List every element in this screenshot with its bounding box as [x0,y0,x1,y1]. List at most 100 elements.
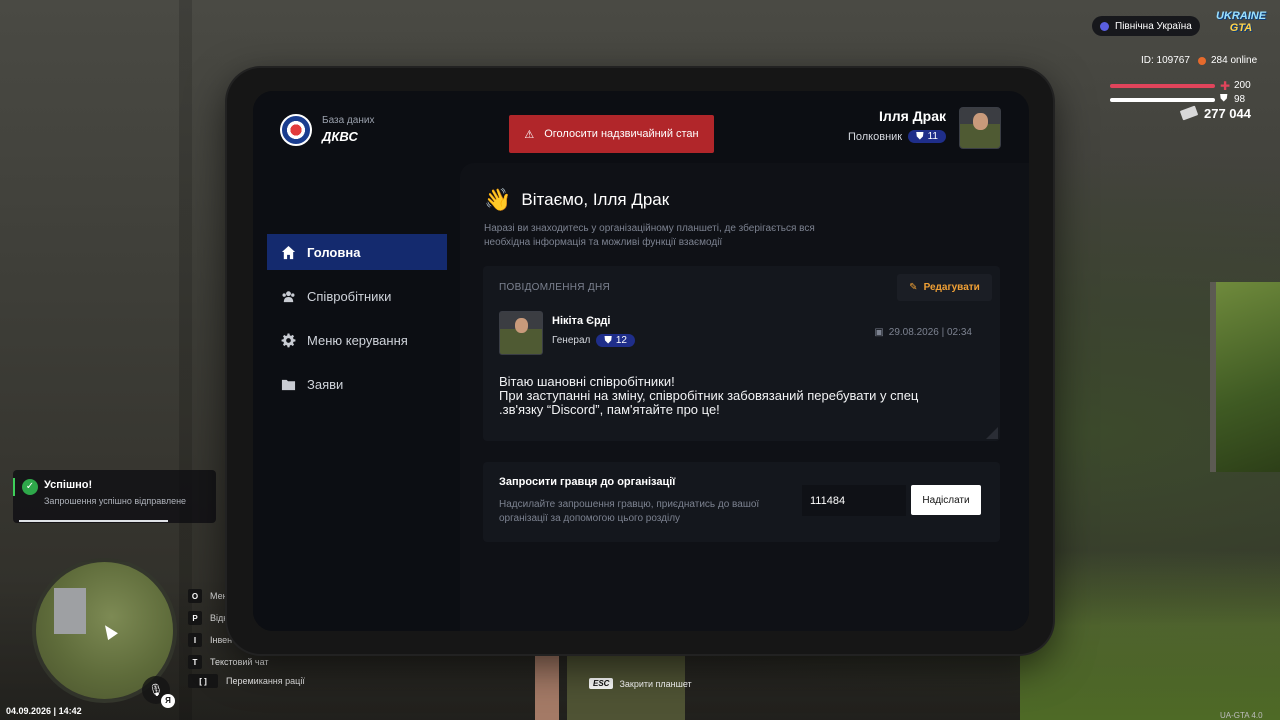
minimap-building [54,588,86,634]
author-name: Нікіта Єрді [552,315,611,327]
motd-line: .зв'язку “Discord”, пам'ятайте про це! [499,402,720,417]
motd-line: Вітаю шановні співробітники! [499,374,675,389]
hint-key: O [188,589,202,603]
hint-open: P Відк [188,611,227,625]
version-label: UA-GTA 4.0 [1220,711,1263,720]
game-datetime: 04.09.2026 | 14:42 [6,706,82,716]
emergency-button[interactable]: ⚠ Оголосити надзвичайний стан [509,115,714,153]
background-grass [1020,550,1280,720]
online-text: 284 online [1211,55,1258,66]
online-count: 284 online [1198,55,1257,66]
nav-item-employees[interactable]: Співробітники [267,278,447,314]
motd-title: ПОВІДОМЛЕННЯ ДНЯ [499,282,610,293]
calendar-icon: ▣ [874,327,884,338]
nav-label: Співробітники [307,288,392,304]
gear-icon [281,332,296,347]
hint-inventory: I Інвент [188,633,236,647]
home-icon [281,245,296,259]
health-bar [1110,84,1215,88]
hint-label: Перемикання рації [226,676,305,686]
health-icon: ✚ [1220,79,1231,93]
user-rank: Полковник ⛊ 11 [848,130,946,143]
org-logo [280,114,312,146]
avatar-head [973,113,988,130]
esc-label: Закрити планшет [619,678,692,689]
success-toast: ✓ Успішно! Запрошення успішно відправлен… [13,470,216,523]
edit-label: Редагувати [923,282,980,293]
hint-key: I [188,633,202,647]
message-of-the-day: ПОВІДОМЛЕННЯ ДНЯ ✎ Редагувати Нікіта Єрд… [483,266,1000,441]
toast-title: Успішно! [44,479,93,491]
nav-label: Заяви [307,376,344,392]
pencil-icon: ✎ [909,282,918,293]
post-date: ▣ 29.08.2026 | 02:34 [874,327,972,338]
toast-accent [13,478,15,496]
close-tablet-hint: ESC Закрити планшет [589,678,692,689]
player-arrow-icon [100,621,118,641]
shield-icon: ⛊ [604,335,612,346]
nav-item-applications[interactable]: Заяви [267,366,447,402]
armor-bar [1110,98,1215,102]
resize-handle[interactable] [986,427,998,439]
rank-label: Полковник [847,130,903,143]
author-rank-label: Генерал [552,335,591,346]
rank-badge: ⛊ 11 [908,130,946,143]
edit-button[interactable]: ✎ Редагувати [897,274,992,301]
author-level: 12 [615,335,627,346]
rank-badge: ⛊ 12 [596,334,635,347]
welcome-description: Наразі ви знаходитесь у організаційному … [484,223,815,248]
avatar-head [515,318,528,333]
nav-item-home[interactable]: Головна [267,234,447,270]
folder-icon [281,379,296,390]
hint-label: Текстовий чат [210,657,269,667]
online-icon [1198,56,1206,65]
motd-text: Вітаю шановні співробітники! При заступа… [499,375,979,417]
hint-chat: T Текстовий чат [188,655,269,669]
invite-card: Запросити гравця до організації Надсилай… [483,462,1000,542]
brand-title: ДКВС [322,129,358,144]
game-logo: UKRAINE GTA [1212,10,1270,40]
send-invite-button[interactable]: Надіслати [911,485,981,515]
check-icon: ✓ [22,479,38,495]
invite-description: Надсилайте запрошення гравцю, приєднатис… [499,499,760,524]
tablet-screen: База даних ДКВС Головна Співробітники Ме… [253,91,1029,631]
server-badge: Північна Україна [1092,16,1200,36]
logo-text-top: UKRAINE [1215,10,1267,22]
author-rank: Генерал ⛊ 12 [552,334,635,347]
hint-label: Відк [210,613,228,623]
wave-icon: 👋 [484,187,512,212]
toast-text: Запрошення успішно відправлене [44,496,187,506]
shield-icon: ⛊ [916,131,924,142]
nav-label: Головна [307,244,361,260]
sidebar: База даних ДКВС Головна Співробітники Ме… [253,91,460,631]
date-text: 29.08.2026 | 02:34 [888,327,972,338]
armor-icon: ⛊ [1220,93,1228,104]
player-id-input[interactable] [802,485,906,516]
health-value: 200 [1234,80,1251,91]
nav-item-control-menu[interactable]: Меню керування [267,322,447,358]
money-value: 277 044 [1204,106,1251,121]
mic-key: Я [161,694,175,708]
hint-radio: [ ] Перемикання рації [188,674,305,688]
background-window [1210,282,1280,472]
welcome-heading: 👋 Вітаємо, Ілля Драк [484,187,669,213]
server-name: Північна Україна [1115,20,1192,32]
warning-icon: ⚠ [524,128,535,141]
motd-line: При заступанні на зміну, співробітник за… [499,388,919,403]
hint-key: T [188,655,202,669]
hint-key: P [188,611,202,625]
author-avatar [499,311,543,355]
user-name: Ілля Драк [878,108,946,124]
user-avatar [959,107,1001,149]
esc-key: ESC [589,678,614,689]
server-icon [1100,21,1109,31]
brand-subtitle: База даних [322,115,375,126]
users-icon [282,290,295,302]
toast-progress [19,520,168,522]
logo-text-bottom: GTA [1229,22,1253,34]
hint-key: [ ] [188,674,218,688]
nav-label: Меню керування [307,332,408,348]
emergency-label: Оголосити надзвичайний стан [544,128,699,140]
armor-value: 98 [1234,94,1246,105]
welcome-title: Вітаємо, Ілля Драк [521,190,670,209]
